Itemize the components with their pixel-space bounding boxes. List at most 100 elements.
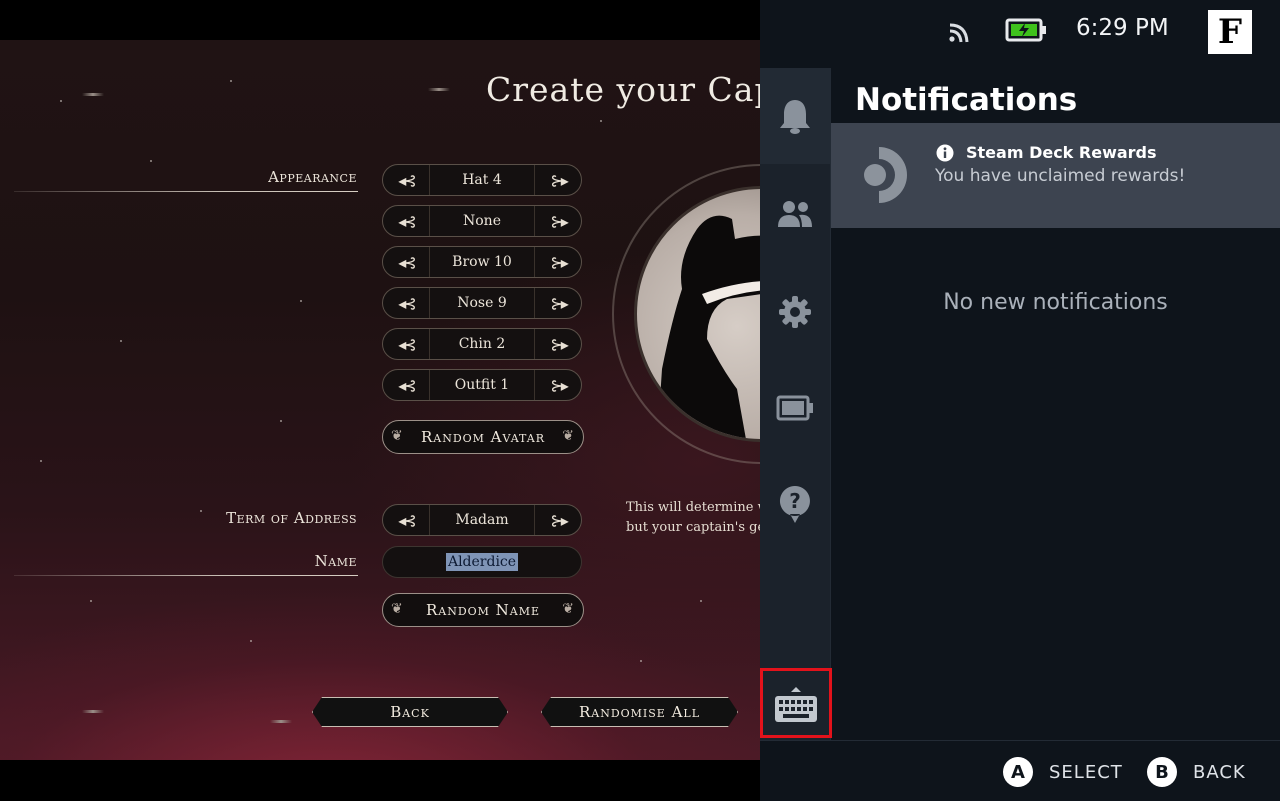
nose-value: Nose 9 [457,295,507,311]
back-label: Back [390,703,430,721]
prev-arrow-icon[interactable]: ◂⊰ [383,165,430,195]
prev-arrow-icon[interactable]: ◂⊰ [383,206,430,236]
tab-help[interactable]: ? [760,456,830,552]
brow-value: Brow 10 [452,254,512,270]
term-of-address-label: Term of Address [226,509,357,527]
prev-arrow-icon[interactable]: ◂⊰ [383,505,430,535]
friends-icon [778,201,812,227]
star [150,160,152,162]
prev-arrow-icon[interactable]: ◂⊰ [383,247,430,277]
term-description: This will determine w but your captain's… [626,498,760,538]
star [120,340,122,342]
keyboard-icon [775,687,817,722]
next-arrow-icon[interactable]: ⊱▸ [534,505,581,535]
tab-settings[interactable] [760,264,830,360]
keyboard-button[interactable] [760,668,832,738]
svg-text:?: ? [789,489,801,513]
ornament-icon: ❦ [562,601,575,617]
back-hint-label: BACK [1193,761,1246,783]
ornament-icon: ❦ [391,601,404,617]
ship-sprite [428,88,450,91]
game-window: Create your Capta Appearance ◂⊰ Hat 4 ⊱▸… [0,40,760,760]
button-hints-bar: A SELECT B BACK [760,740,1280,801]
next-arrow-icon[interactable]: ⊱▸ [534,206,581,236]
select-hint-label: SELECT [1049,761,1123,783]
name-label: Name [314,552,357,570]
chin-value: Chin 2 [458,336,506,352]
chin-selector: ◂⊰ Chin 2 ⊱▸ [382,328,582,360]
star [40,460,42,462]
term-of-address-selector: ◂⊰ Madam ⊱▸ [382,504,582,536]
randomise-all-button[interactable]: Randomise All [541,697,738,727]
battery-icon [776,395,813,421]
star [90,600,92,602]
name-divider [14,575,358,576]
hair-selector: ◂⊰ None ⊱▸ [382,205,582,237]
next-arrow-icon[interactable]: ⊱▸ [534,288,581,318]
star [300,300,302,302]
select-hint: A SELECT [1003,757,1123,787]
empty-notifications-message: No new notifications [943,290,1168,315]
nose-selector: ◂⊰ Nose 9 ⊱▸ [382,287,582,319]
brow-selector: ◂⊰ Brow 10 ⊱▸ [382,246,582,278]
hat-selector: ◂⊰ Hat 4 ⊱▸ [382,164,582,196]
outfit-value: Outfit 1 [454,377,510,393]
wifi-icon [949,23,969,43]
qam-tab-rail: ? [760,68,830,740]
randomise-all-label: Randomise All [578,703,701,721]
battery-charging-icon [1005,18,1046,42]
next-arrow-icon[interactable]: ⊱▸ [534,165,581,195]
random-avatar-button[interactable]: ❦ Random Avatar ❦ [382,420,584,454]
random-avatar-label: Random Avatar [420,428,546,446]
star [280,420,282,422]
star [200,510,202,512]
ship-sprite [82,93,104,96]
notification-title: Steam Deck Rewards [966,143,1157,162]
ornament-icon: ❦ [391,428,404,444]
help-icon: ? [779,486,810,523]
gear-icon [779,296,811,328]
next-arrow-icon[interactable]: ⊱▸ [534,329,581,359]
tab-friends[interactable] [760,166,830,262]
term-of-address-value: Madam [455,512,509,528]
ship-sprite [82,710,104,713]
notification-body: You have unclaimed rewards! [935,166,1186,186]
notification-item[interactable]: Steam Deck Rewards You have unclaimed re… [831,123,1280,228]
prev-arrow-icon[interactable]: ◂⊰ [383,288,430,318]
page-title: Create your Capta [486,70,760,109]
hair-value: None [463,213,501,229]
random-name-button[interactable]: ❦ Random Name ❦ [382,593,584,627]
panel-title: Notifications [855,82,1078,118]
tab-notifications[interactable] [760,68,830,164]
star [700,600,702,602]
star [640,660,642,662]
back-hint: B BACK [1147,757,1246,787]
clock: 6:29 PM [1076,15,1169,41]
star [250,640,252,642]
prev-arrow-icon[interactable]: ◂⊰ [383,370,430,400]
back-button[interactable]: Back [312,697,508,727]
hat-value: Hat 4 [462,172,502,188]
next-arrow-icon[interactable]: ⊱▸ [534,370,581,400]
appearance-divider [14,191,358,192]
bell-icon [780,100,810,134]
outfit-selector: ◂⊰ Outfit 1 ⊱▸ [382,369,582,401]
star [600,120,602,122]
a-button-icon: A [1003,757,1033,787]
description-line: This will determine w [626,500,760,515]
tab-performance[interactable] [760,360,830,456]
star [230,80,232,82]
b-button-icon: B [1147,757,1177,787]
status-bar: 6:29 PM F [760,0,1280,62]
random-name-label: Random Name [425,601,541,619]
next-arrow-icon[interactable]: ⊱▸ [534,247,581,277]
appearance-label: Appearance [268,168,357,186]
name-value: Alderdice [445,553,519,571]
info-icon [936,144,954,162]
app-logo-icon[interactable]: F [1208,10,1252,54]
prev-arrow-icon[interactable]: ◂⊰ [383,329,430,359]
name-input[interactable]: Alderdice [382,546,582,578]
quick-access-menu: 6:29 PM F ? Notifications Steam Deck Rew… [760,0,1280,801]
steam-rewards-icon [864,147,907,203]
star [60,100,62,102]
